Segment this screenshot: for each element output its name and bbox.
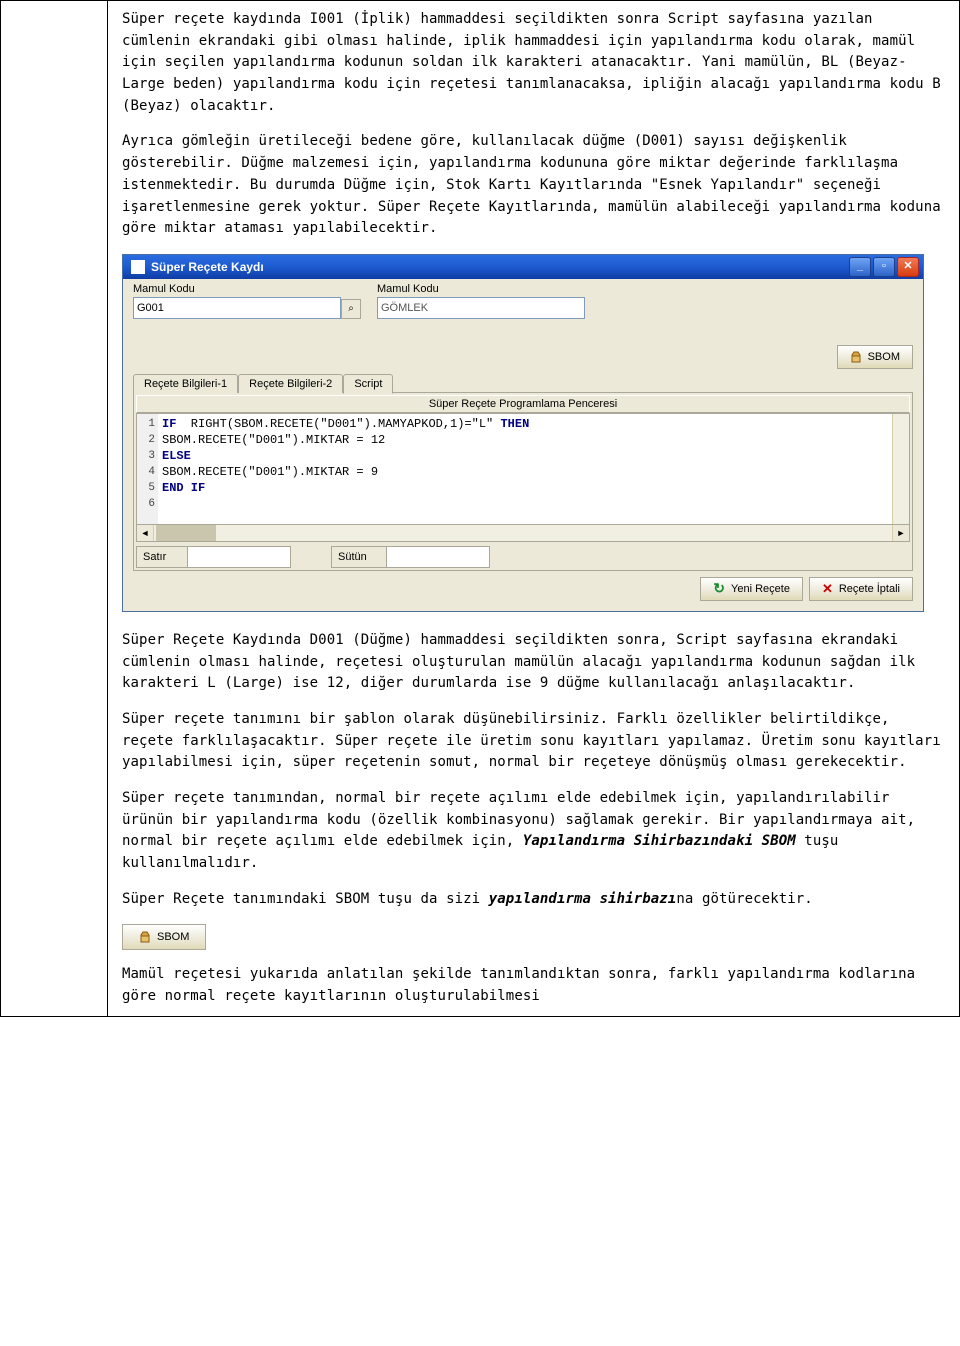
search-icon: ⌕ xyxy=(348,303,354,314)
code-lines: IF RIGHT(SBOM.RECETE("D001").MAMYAPKOD,1… xyxy=(158,414,533,524)
minimize-button[interactable]: _ xyxy=(849,257,871,277)
sbom-button-label: SBOM xyxy=(868,351,900,363)
yeni-recete-label: Yeni Reçete xyxy=(731,583,790,595)
status-sutun-value xyxy=(387,546,490,568)
cancel-icon: ✕ xyxy=(822,581,833,597)
scroll-left-icon[interactable]: ◄ xyxy=(137,525,154,541)
mamul-kodu-2-label: Mamul Kodu xyxy=(377,283,597,295)
super-recipe-dialog: Süper Reçete Kaydı _ ▫ ✕ Mamul Kodu G001… xyxy=(122,254,924,612)
sbom-icon xyxy=(139,930,151,944)
script-panel-caption: Süper Reçete Programlama Penceresi xyxy=(136,395,910,413)
sbom-button-image: SBOM xyxy=(122,924,945,950)
lookup-button[interactable]: ⌕ xyxy=(341,299,361,319)
status-sutun-label: Sütün xyxy=(331,546,387,568)
yeni-recete-button[interactable]: ↻ Yeni Reçete xyxy=(700,577,803,601)
tab-recete-bilgileri-1[interactable]: Reçete Bilgileri-1 xyxy=(133,374,238,393)
tab-recete-bilgileri-2[interactable]: Reçete Bilgileri-2 xyxy=(238,374,343,393)
sbom-button[interactable]: SBOM xyxy=(837,345,913,369)
recete-iptali-label: Reçete İptali xyxy=(839,583,900,595)
sbom-standalone-button[interactable]: SBOM xyxy=(122,924,206,950)
recete-iptali-button[interactable]: ✕ Reçete İptali xyxy=(809,577,913,601)
horizontal-scrollbar[interactable]: ◄ ► xyxy=(136,525,910,542)
refresh-icon: ↻ xyxy=(713,580,725,597)
paragraph-7: Mamül reçetesi yukarıda anlatılan şekild… xyxy=(122,964,945,1007)
paragraph-4: Süper reçete tanımını bir şablon olarak … xyxy=(122,709,945,774)
mamul-kodu-1-label: Mamul Kodu xyxy=(133,283,363,295)
scroll-thumb[interactable] xyxy=(156,525,216,541)
window-title: Süper Reçete Kaydı xyxy=(151,260,849,274)
script-editor[interactable]: 1 2 3 4 5 6 IF RIGHT(SBOM.RECETE("D001")… xyxy=(136,413,910,525)
paragraph-5: Süper reçete tanımından, normal bir reçe… xyxy=(122,788,945,875)
maximize-button[interactable]: ▫ xyxy=(873,257,895,277)
title-bar[interactable]: Süper Reçete Kaydı _ ▫ ✕ xyxy=(123,255,923,279)
status-satir-label: Satır xyxy=(136,546,188,568)
gutter: 1 2 3 4 5 6 xyxy=(137,414,158,524)
status-satir-value xyxy=(188,546,291,568)
close-button[interactable]: ✕ xyxy=(897,257,919,277)
paragraph-3: Süper Reçete Kaydında D001 (Düğme) hamma… xyxy=(122,630,945,695)
scroll-right-icon[interactable]: ► xyxy=(892,525,909,541)
left-margin-column xyxy=(1,1,108,1016)
sbom-icon xyxy=(850,350,862,364)
paragraph-6: Süper Reçete tanımındaki SBOM tuşu da si… xyxy=(122,889,945,911)
sbom-standalone-label: SBOM xyxy=(157,931,189,943)
paragraph-1: Süper reçete kaydında I001 (İplik) hamma… xyxy=(122,9,945,117)
vertical-scrollbar[interactable] xyxy=(892,414,909,524)
app-icon xyxy=(131,260,145,274)
paragraph-2: Ayrıca gömleğin üretileceği bedene göre,… xyxy=(122,131,945,239)
mamul-kodu-2-input: GÖMLEK xyxy=(377,297,585,319)
tab-script[interactable]: Script xyxy=(343,374,393,394)
mamul-kodu-1-input[interactable]: G001 xyxy=(133,297,341,319)
